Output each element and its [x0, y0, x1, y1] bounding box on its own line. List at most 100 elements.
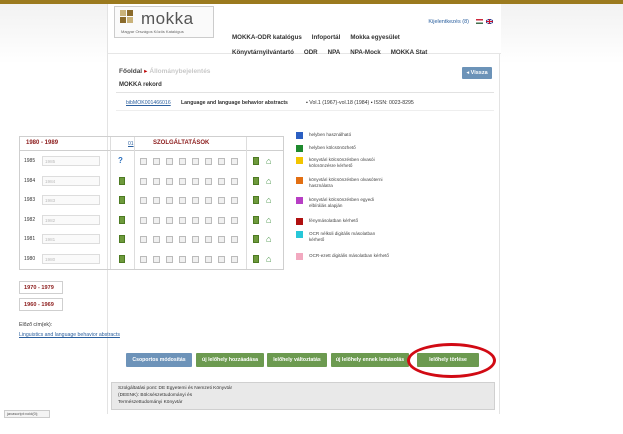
decade-1970-button[interactable]: 1970 - 1979 [19, 281, 63, 294]
nav-npa[interactable]: NPA [328, 49, 341, 56]
service-checkbox[interactable] [166, 255, 173, 263]
home-icon[interactable]: ⌂ [266, 235, 274, 244]
english-flag-icon[interactable] [486, 19, 493, 24]
home-icon[interactable]: ⌂ [266, 254, 274, 263]
service-checkbox[interactable] [192, 255, 199, 263]
service-checkbox[interactable] [153, 216, 160, 224]
service-checkbox[interactable] [192, 158, 199, 165]
document-icon[interactable] [253, 157, 259, 165]
add-location-button[interactable]: új lelőhely hozzáadása [196, 353, 264, 367]
service-checkbox[interactable] [166, 216, 173, 224]
back-button[interactable]: ◂ Vissza [462, 67, 492, 79]
service-checkbox[interactable] [153, 236, 160, 243]
service-checkbox[interactable] [218, 158, 225, 165]
edit-location-button[interactable]: lelőhely változtatás [267, 353, 327, 367]
document-icon[interactable] [119, 254, 125, 263]
service-checkbox[interactable] [192, 216, 199, 224]
nav-odr[interactable]: ODR [304, 49, 318, 56]
services-label: SZOLGÁLTATÁSOK [153, 140, 210, 146]
service-checkbox[interactable] [140, 177, 147, 185]
service-checkbox[interactable] [179, 216, 186, 224]
logout-link[interactable]: Kijelentkezés (8) [428, 19, 469, 25]
service-checkbox[interactable] [231, 197, 238, 204]
nav-mokka-egyesulet[interactable]: Mokka egyesület [350, 34, 400, 41]
service-checkbox[interactable] [231, 236, 238, 243]
service-checkbox[interactable] [179, 158, 186, 165]
service-checkbox[interactable] [231, 158, 238, 165]
year-input[interactable]: 1982 [42, 214, 100, 225]
year-input[interactable]: 1980 [42, 253, 100, 264]
service-checkbox[interactable] [192, 236, 199, 243]
service-checkbox[interactable] [192, 197, 199, 204]
home-icon[interactable]: ⌂ [266, 157, 274, 166]
service-checkbox[interactable] [205, 255, 212, 263]
service-checkbox[interactable] [153, 158, 160, 165]
nav-mokka-stat[interactable]: MOKKA Stat [391, 49, 428, 56]
service-checkbox[interactable] [179, 255, 186, 263]
service-checkbox[interactable] [140, 236, 147, 243]
site-header: mokka Magyar Országos Közös Katalógus Ki… [108, 4, 501, 56]
count-link[interactable]: 01 [128, 141, 134, 147]
service-checkbox[interactable] [153, 177, 160, 185]
mokka-logo[interactable]: mokka Magyar Országos Közös Katalógus [114, 6, 214, 38]
service-checkbox[interactable] [192, 177, 199, 185]
service-checkbox[interactable] [218, 216, 225, 224]
service-checkbox[interactable] [166, 158, 173, 165]
service-checkbox[interactable] [153, 255, 160, 263]
nav-npa-mock[interactable]: NPA-Mock [350, 49, 380, 56]
nav-infoportal[interactable]: Infoportál [312, 34, 341, 41]
breadcrumb-home[interactable]: Főoldal [119, 68, 142, 75]
document-icon[interactable] [119, 235, 125, 243]
service-checkbox[interactable] [205, 197, 212, 204]
service-checkbox[interactable] [179, 177, 186, 185]
document-icon[interactable] [119, 215, 125, 224]
home-icon[interactable]: ⌂ [266, 176, 274, 185]
decade-1960-button[interactable]: 1960 - 1969 [19, 298, 63, 311]
hungarian-flag-icon[interactable] [476, 19, 483, 24]
document-icon[interactable] [253, 215, 259, 224]
document-icon[interactable] [253, 254, 259, 263]
service-checkbox[interactable] [231, 255, 238, 263]
service-checkbox[interactable] [205, 177, 212, 185]
question-icon[interactable]: ? [118, 157, 125, 165]
service-checkbox[interactable] [153, 197, 160, 204]
service-checkbox[interactable] [179, 236, 186, 243]
legend-label: OCR nélküli digitális másolatban kérhető [309, 231, 376, 242]
document-icon[interactable] [253, 196, 259, 204]
service-checkbox[interactable] [205, 158, 212, 165]
service-checkbox[interactable] [218, 236, 225, 243]
record-id-link[interactable]: bibMOK001466016 [126, 100, 171, 106]
year-input[interactable]: 1984 [42, 175, 100, 186]
service-checkbox[interactable] [231, 177, 238, 185]
service-checkbox[interactable] [179, 197, 186, 204]
service-checkbox[interactable] [205, 216, 212, 224]
service-checkbox[interactable] [218, 255, 225, 263]
document-icon[interactable] [253, 235, 259, 243]
document-icon[interactable] [119, 196, 125, 204]
home-icon[interactable]: ⌂ [266, 215, 274, 224]
service-checkbox[interactable] [166, 236, 173, 243]
service-checkbox[interactable] [140, 197, 147, 204]
service-checkbox[interactable] [166, 197, 173, 204]
service-checkbox[interactable] [140, 255, 147, 263]
logo-wordmark: mokka [141, 9, 194, 28]
group-edit-button[interactable]: Csoportos módosítás [126, 353, 192, 367]
document-icon[interactable] [253, 176, 259, 185]
nav-konyvtarnyilvantarto[interactable]: Könyvtárnyilvántartó [232, 49, 294, 56]
document-icon[interactable] [119, 176, 125, 185]
service-checkbox[interactable] [166, 177, 173, 185]
service-checkbox[interactable] [231, 216, 238, 224]
main-nav-bottom: Könyvtárnyilvántartó ODR NPA NPA-Mock MO… [232, 49, 427, 56]
home-icon[interactable]: ⌂ [266, 196, 274, 205]
copy-location-button[interactable]: új lelőhely ennek lemásolás [331, 353, 409, 367]
service-checkbox[interactable] [140, 158, 147, 165]
service-checkbox[interactable] [140, 216, 147, 224]
nav-mokka-odr[interactable]: MOKKA-ODR katalógus [232, 34, 302, 41]
service-checkbox[interactable] [205, 236, 212, 243]
service-checkbox[interactable] [218, 197, 225, 204]
year-input[interactable]: 1981 [42, 234, 100, 244]
year-input[interactable]: 1985 [42, 156, 100, 166]
year-input[interactable]: 1983 [42, 195, 100, 205]
service-checkbox[interactable] [218, 177, 225, 185]
previous-title-link[interactable]: Linguistics and language behavior abstra… [19, 332, 120, 338]
